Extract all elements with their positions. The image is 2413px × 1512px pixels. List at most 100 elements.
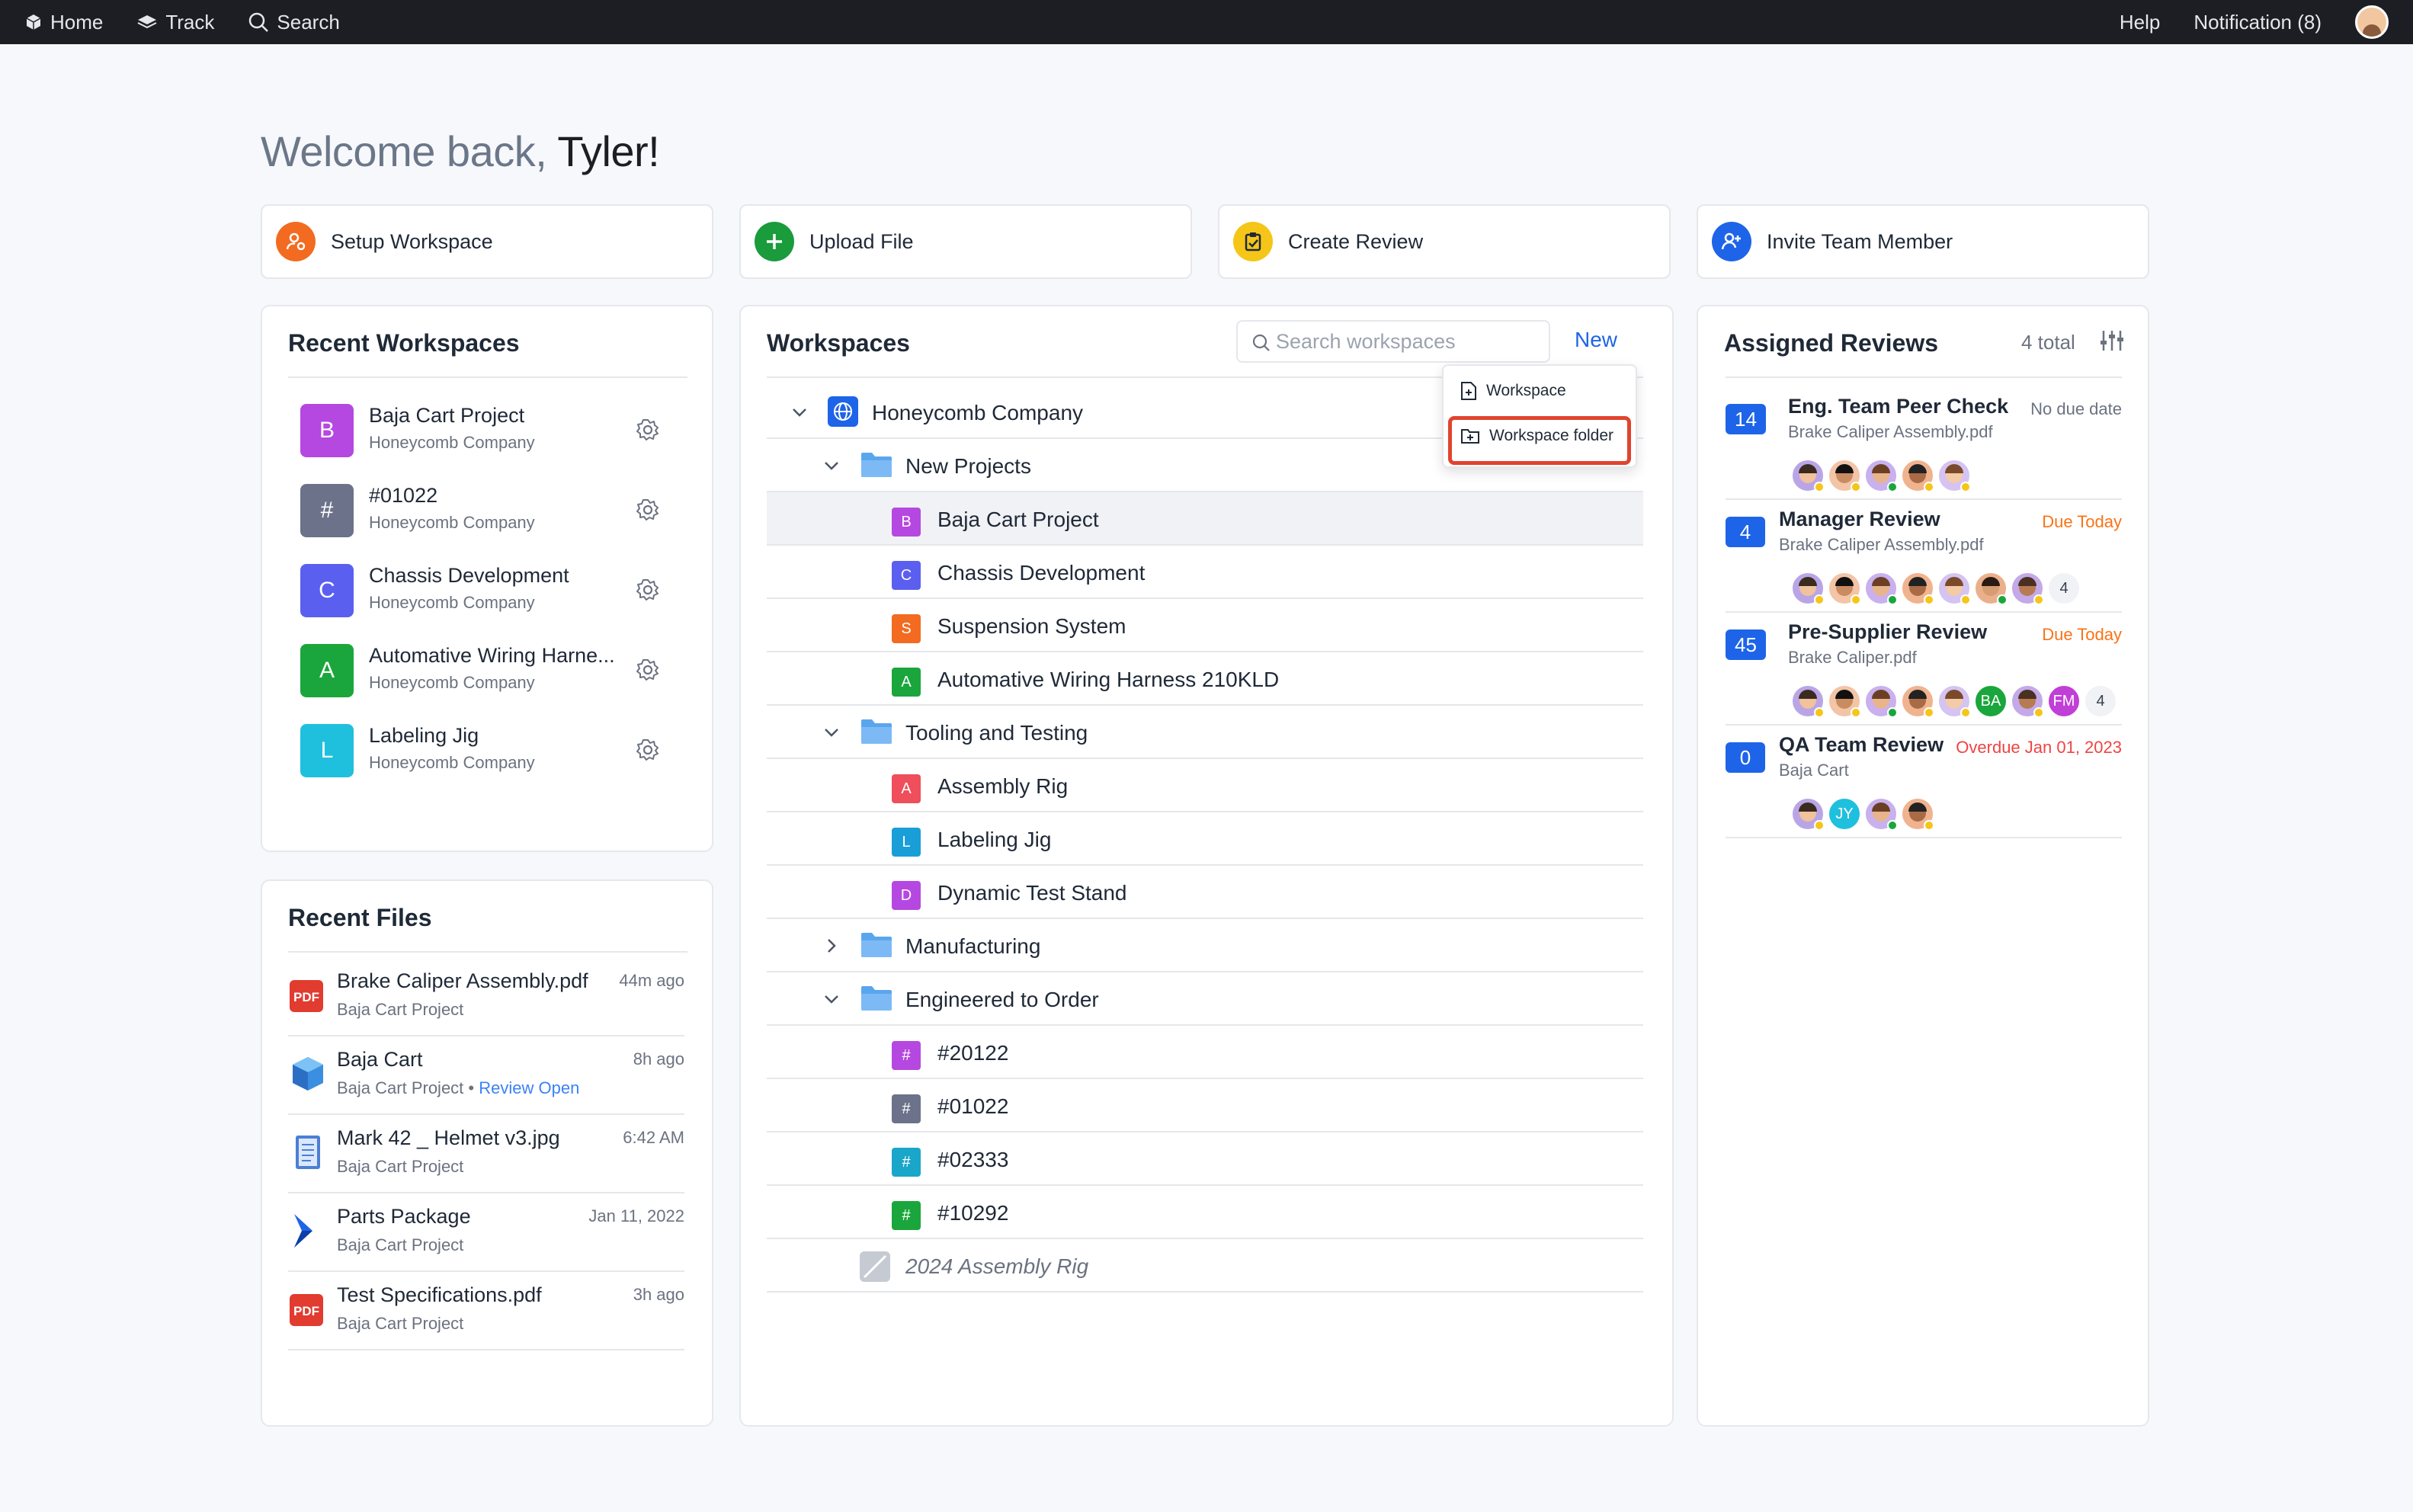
reviewer-avatar[interactable] [1901, 459, 1934, 492]
more-reviewers-count[interactable]: 4 [2047, 572, 2081, 605]
reviewer-avatar[interactable] [1937, 459, 1971, 492]
menu-item-workspace[interactable]: Workspace [1460, 381, 1566, 401]
reviewer-initials-avatar[interactable]: JY [1828, 797, 1861, 831]
recent-workspace-item[interactable]: # #01022 Honeycomb Company [300, 481, 681, 537]
help-link[interactable]: Help [2120, 11, 2160, 34]
reviewer-avatar[interactable] [1901, 684, 1934, 718]
recent-workspace-item[interactable]: B Baja Cart Project Honeycomb Company [300, 401, 681, 457]
review-due: Overdue Jan 01, 2023 [1956, 738, 2122, 757]
tree-row-ws[interactable]: # #01022 [767, 1079, 1643, 1132]
review-item[interactable]: 4 Manager Review Brake Caliper Assembly.pd… [1726, 501, 2122, 613]
reviewer-avatar[interactable] [2011, 572, 2044, 605]
divider [288, 951, 687, 953]
tree-row-folder[interactable]: Manufacturing [767, 919, 1643, 972]
workspace-name: Chassis Development [369, 564, 569, 587]
reviewer-avatar[interactable] [1864, 572, 1898, 605]
status-dot [1887, 482, 1898, 492]
filter-sliders-icon[interactable] [2099, 329, 2125, 352]
tree-label: 2024 Assembly Rig [905, 1254, 1089, 1278]
recent-file-item[interactable]: Mark 42 _ Helmet v3.jpg Baja Cart Project… [288, 1117, 684, 1193]
search-icon [249, 12, 269, 32]
more-reviewers-count[interactable]: 4 [2084, 684, 2117, 718]
reviewer-avatar[interactable] [1864, 684, 1898, 718]
tree-row-ws[interactable]: C Chassis Development [767, 546, 1643, 599]
tree-row-ws[interactable]: B Baja Cart Project [767, 492, 1643, 546]
avatar-hair [2018, 577, 2036, 586]
avatar-hair [1908, 802, 1927, 812]
upload-file-button[interactable]: Upload File [739, 204, 1192, 279]
highlight-box [1448, 416, 1631, 465]
chevron-down-icon[interactable] [822, 989, 841, 1009]
reviewer-avatar[interactable] [1864, 797, 1898, 831]
chevron-down-icon[interactable] [822, 722, 841, 742]
new-button[interactable]: New [1575, 328, 1617, 352]
reviewer-avatar[interactable] [1901, 572, 1934, 605]
recent-file-item[interactable]: PDF Brake Caliper Assembly.pdf Baja Cart P… [288, 960, 684, 1036]
reviewer-avatar[interactable] [1901, 797, 1934, 831]
workspace-search-input[interactable]: Search workspaces [1236, 320, 1550, 363]
notification-link[interactable]: Notification (8) [2193, 11, 2322, 34]
tree-row-folder[interactable]: Tooling and Testing [767, 706, 1643, 759]
tree-row-ws[interactable]: S Suspension System [767, 599, 1643, 652]
tree-row-ws[interactable]: # #20122 [767, 1026, 1643, 1079]
recent-workspace-item[interactable]: L Labeling Jig Honeycomb Company [300, 721, 681, 777]
recent-workspace-item[interactable]: A Automative Wiring Harne... Honeycomb Com… [300, 641, 681, 697]
reviewer-avatar[interactable] [1791, 459, 1825, 492]
tree-row-ws[interactable]: # #02333 [767, 1132, 1643, 1186]
reviewer-avatar[interactable] [1791, 684, 1825, 718]
gear-icon[interactable] [636, 418, 660, 442]
status-dot [1851, 482, 1861, 492]
status-dot [1960, 594, 1971, 605]
reviewer-avatar[interactable] [1791, 572, 1825, 605]
gear-icon[interactable] [636, 498, 660, 522]
recent-file-item[interactable]: Baja Cart Baja Cart Project • Review Open… [288, 1039, 684, 1115]
reviewer-initials-avatar[interactable]: FM [2047, 684, 2081, 718]
divider [288, 1035, 684, 1036]
tree-row-ws[interactable]: # #10292 [767, 1186, 1643, 1239]
create-review-button[interactable]: Create Review [1218, 204, 1671, 279]
workspace-badge: # [892, 1148, 921, 1177]
folder-icon [860, 718, 893, 745]
divider [288, 1349, 684, 1350]
workspace-name: Labeling Jig [369, 724, 479, 747]
tree-row-archived[interactable]: 2024 Assembly Rig [767, 1239, 1643, 1293]
reviewer-avatar[interactable] [1828, 572, 1861, 605]
status-dot [1960, 707, 1971, 718]
reviewer-avatar[interactable] [2011, 684, 2044, 718]
review-item[interactable]: 0 QA Team Review Baja Cart Overdue Jan 01, … [1726, 727, 2122, 838]
tree-row-folder[interactable]: Engineered to Order [767, 972, 1643, 1026]
tree-row-ws[interactable]: A Automative Wiring Harness 210KLD [767, 652, 1643, 706]
recent-file-item[interactable]: Parts Package Baja Cart Project Jan 11, 20… [288, 1196, 684, 1272]
review-open-link[interactable]: Review Open [479, 1078, 579, 1097]
review-item[interactable]: 45 Pre-Supplier Review Brake Caliper.pdf Du… [1726, 614, 2122, 726]
nav-track[interactable]: Track [136, 11, 214, 34]
reviewer-initials-avatar[interactable]: BA [1974, 684, 2008, 718]
gear-icon[interactable] [636, 578, 660, 602]
pdf-icon: PDF [288, 975, 328, 1015]
review-item[interactable]: 14 Eng. Team Peer Check Brake Caliper Asse… [1726, 389, 2122, 500]
reviewer-avatar[interactable] [1828, 684, 1861, 718]
tree-row-ws[interactable]: L Labeling Jig [767, 812, 1643, 866]
tree-row-ws[interactable]: D Dynamic Test Stand [767, 866, 1643, 919]
reviewer-avatar[interactable] [1791, 797, 1825, 831]
gear-icon[interactable] [636, 738, 660, 762]
gear-icon[interactable] [636, 658, 660, 682]
chevron-down-icon[interactable] [822, 456, 841, 476]
invite-team-member-button[interactable]: Invite Team Member [1697, 204, 2149, 279]
reviewer-avatar[interactable] [1937, 684, 1971, 718]
workspace-company: Honeycomb Company [369, 513, 535, 532]
reviewer-avatar[interactable] [1864, 459, 1898, 492]
chevron-right-icon[interactable] [822, 936, 841, 956]
avatar-hair [1799, 690, 1817, 699]
reviewer-avatar[interactable] [1937, 572, 1971, 605]
user-avatar[interactable] [2355, 5, 2389, 39]
recent-workspace-item[interactable]: C Chassis Development Honeycomb Company [300, 561, 681, 617]
setup-workspace-button[interactable]: Setup Workspace [261, 204, 713, 279]
chevron-down-icon[interactable] [790, 402, 809, 422]
reviewer-avatar[interactable] [1974, 572, 2008, 605]
nav-home[interactable]: Home [24, 11, 103, 34]
reviewer-avatar[interactable] [1828, 459, 1861, 492]
recent-file-item[interactable]: PDF Test Specifications.pdf Baja Cart Proj… [288, 1274, 684, 1350]
nav-search[interactable]: Search [248, 11, 340, 34]
tree-row-ws[interactable]: A Assembly Rig [767, 759, 1643, 812]
